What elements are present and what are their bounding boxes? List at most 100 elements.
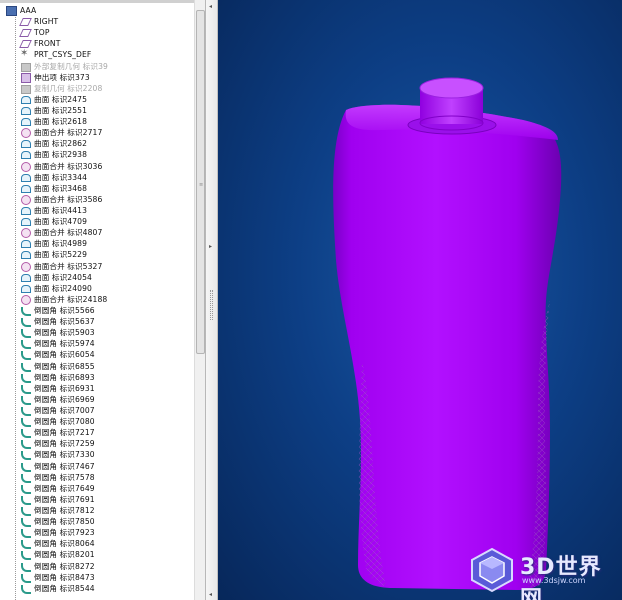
tree-item[interactable]: 曲面 标识2551 [6, 105, 194, 116]
merge-icon [20, 261, 31, 272]
tree-item[interactable]: 倒圆角 标识7923 [6, 527, 194, 539]
datum-plane-icon [20, 39, 31, 48]
tree-item-label: 曲面合并 标识24188 [34, 294, 108, 304]
tree-item[interactable]: 倒圆角 标识7578 [6, 472, 194, 483]
panel-splitter[interactable]: ◂ ▸ ◂ [206, 0, 218, 600]
tree-item-label: 曲面 标识24090 [34, 283, 92, 293]
tree-item[interactable]: 曲面 标识5229 [6, 249, 194, 260]
tree-item[interactable]: 倒圆角 标识7649 [6, 483, 194, 494]
tree-item[interactable]: FRONT [6, 38, 194, 49]
tree-item[interactable]: 曲面 标识3468 [6, 183, 194, 194]
splitter-left-arrow-icon[interactable]: ◂ [209, 4, 215, 10]
tree-item-label: 曲面 标识2862 [34, 139, 88, 149]
tree-item[interactable]: 曲面合并 标识24188 [6, 294, 194, 305]
tree-item-label: 外部复制几何 标识39 [34, 61, 108, 71]
round-icon [20, 573, 31, 583]
tree-item[interactable]: 曲面合并 标识5327 [6, 261, 194, 272]
tree-item[interactable]: 倒圆角 标识5903 [6, 327, 194, 339]
bottle-3d-model[interactable] [218, 0, 622, 600]
tree-item[interactable]: 倒圆角 标识6969 [6, 394, 194, 405]
tree-item[interactable]: 曲面 标识2618 [6, 116, 194, 127]
surface-icon [20, 284, 31, 293]
tree-item[interactable]: 曲面 标识2938 [6, 149, 194, 160]
tree-item[interactable]: PRT_CSYS_DEF [6, 48, 194, 60]
tree-item-label: 倒圆角 标识8544 [34, 583, 95, 593]
tree-item[interactable]: 倒圆角 标识7007 [6, 405, 194, 416]
round-icon [20, 373, 31, 383]
tree-item[interactable]: 复制几何 标识2208 [6, 83, 194, 94]
splitter-grip-icon[interactable] [210, 290, 213, 320]
tree-item[interactable]: 倒圆角 标识5974 [6, 338, 194, 350]
tree-item-label: 曲面合并 标识3036 [34, 161, 103, 171]
tree-item[interactable]: 倒圆角 标识7259 [6, 438, 194, 450]
tree-item[interactable]: RIGHT [6, 16, 194, 27]
splitter-collapse-arrow-icon[interactable]: ▸ [209, 244, 215, 250]
tree-item[interactable]: 伸出项 标识373 [6, 72, 194, 83]
tree-item[interactable]: 曲面 标识24090 [6, 283, 194, 294]
surface-icon [20, 173, 31, 182]
tree-item[interactable]: 倒圆角 标识8544 [6, 583, 194, 594]
tree-item[interactable]: 倒圆角 标识7330 [6, 449, 194, 461]
tree-item-label: 倒圆角 标识8064 [34, 539, 95, 549]
tree-item-label: TOP [34, 28, 50, 38]
tree-item[interactable]: TOP [6, 27, 194, 38]
tree-item[interactable]: 曲面 标识3344 [6, 172, 194, 183]
tree-item[interactable]: 曲面 标识4413 [6, 205, 194, 216]
tree-item[interactable]: 曲面 标识4989 [6, 238, 194, 249]
tree-item-label: 曲面 标识2475 [34, 94, 88, 104]
tree-item[interactable]: 曲面 标识24054 [6, 272, 194, 283]
tree-item-label: 倒圆角 标识7330 [34, 450, 95, 460]
tree-item[interactable]: 倒圆角 标识6893 [6, 372, 194, 383]
tree-item[interactable]: 倒圆角 标识6054 [6, 349, 194, 361]
model-tree: AAA RIGHTTOPFRONTPRT_CSYS_DEF外部复制几何 标识39… [6, 5, 194, 594]
tree-item[interactable]: 倒圆角 标识5637 [6, 316, 194, 328]
tree-item-label: 倒圆角 标识8473 [34, 572, 95, 582]
tree-item[interactable]: 倒圆角 标识8473 [6, 572, 194, 583]
round-icon [20, 562, 31, 572]
round-icon [20, 317, 31, 328]
tree-item[interactable]: 曲面合并 标识3586 [6, 194, 194, 205]
tree-item[interactable]: 倒圆角 标识7812 [6, 505, 194, 516]
tree-item[interactable]: 曲面 标识4709 [6, 216, 194, 227]
scrollbar-grip-icon: ≡ [199, 182, 204, 188]
tree-scrollbar[interactable]: ≡ [194, 0, 205, 600]
tree-item-label: FRONT [34, 39, 61, 49]
surface-icon [20, 273, 31, 282]
round-icon [20, 584, 31, 594]
tree-item[interactable]: 曲面 标识2475 [6, 94, 194, 105]
tree-item[interactable]: 倒圆角 标识8201 [6, 549, 194, 561]
tree-item[interactable]: 倒圆角 标识8272 [6, 560, 194, 572]
surface-icon [20, 250, 31, 260]
splitter-bottom-arrow-icon[interactable]: ◂ [209, 592, 215, 598]
tree-item[interactable]: 倒圆角 标识7080 [6, 416, 194, 428]
copy-geometry-icon [20, 84, 31, 94]
tree-item[interactable]: 倒圆角 标识5566 [6, 305, 194, 316]
tree-item-label: 曲面 标识4709 [34, 217, 88, 227]
tree-item[interactable]: 倒圆角 标识7850 [6, 516, 194, 528]
tree-item[interactable]: 曲面合并 标识2717 [6, 127, 194, 139]
surface-icon [20, 95, 31, 104]
tree-item[interactable]: 外部复制几何 标识39 [6, 61, 194, 72]
tree-item[interactable]: 倒圆角 标识7467 [6, 460, 194, 472]
tree-item-label: 倒圆角 标识7812 [34, 505, 95, 515]
watermark-logo: 3D世界网 www.3dsjw.com [468, 545, 618, 600]
tree-item-label: 曲面 标识4989 [34, 239, 88, 249]
tree-item[interactable]: 曲面合并 标识4807 [6, 227, 194, 239]
tree-item[interactable]: 曲面合并 标识3036 [6, 161, 194, 172]
tree-item[interactable]: 曲面 标识2862 [6, 138, 194, 149]
datum-plane-icon [20, 28, 31, 37]
tree-item-label: 倒圆角 标识7080 [34, 417, 95, 427]
scrollbar-thumb[interactable]: ≡ [196, 10, 205, 354]
tree-item[interactable]: 倒圆角 标识7691 [6, 494, 194, 505]
round-icon [20, 417, 31, 428]
part-icon [6, 6, 17, 17]
tree-item[interactable]: 倒圆角 标识7217 [6, 427, 194, 439]
round-icon [20, 350, 31, 361]
tree-item[interactable]: 倒圆角 标识6931 [6, 383, 194, 394]
graphics-viewport[interactable]: 3D世界网 www.3dsjw.com [218, 0, 622, 600]
tree-item[interactable]: 倒圆角 标识6855 [6, 361, 194, 372]
tree-item-label: 倒圆角 标识5637 [34, 317, 95, 327]
tree-root-node[interactable]: AAA [6, 5, 194, 17]
tree-item-label: 倒圆角 标识8201 [34, 550, 95, 560]
tree-item[interactable]: 倒圆角 标识8064 [6, 538, 194, 550]
